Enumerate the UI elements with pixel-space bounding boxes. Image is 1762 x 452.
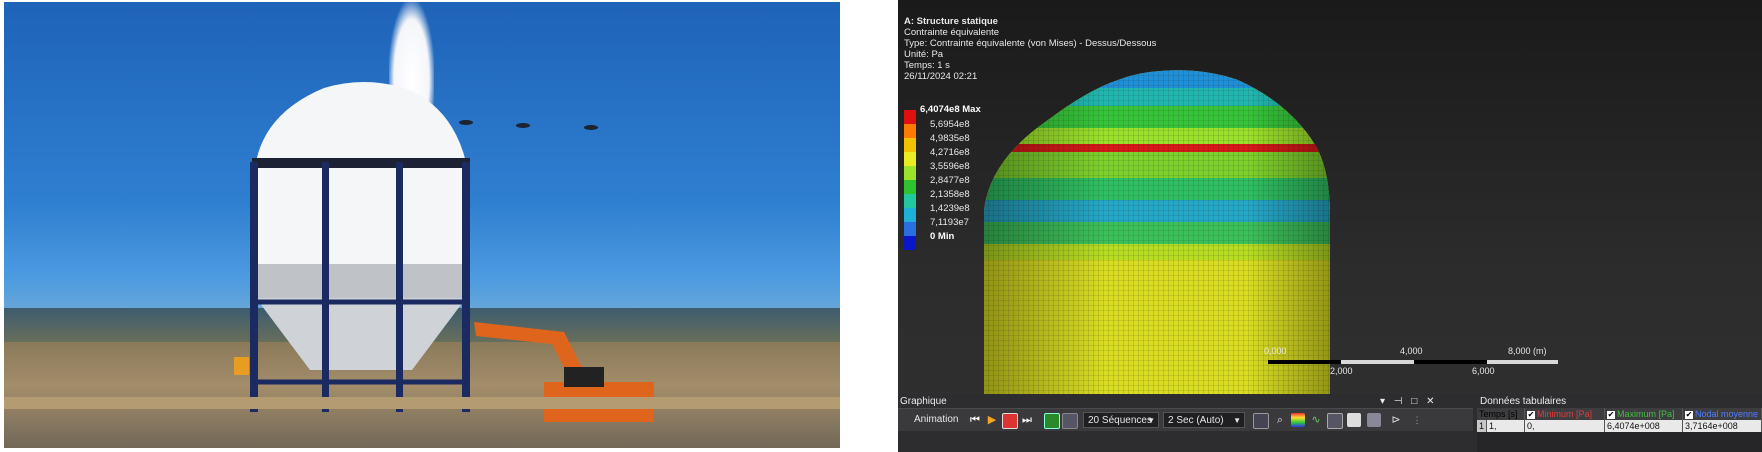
table-toggle-button[interactable] — [1327, 413, 1343, 429]
first-frame-button[interactable]: ⏮ — [968, 413, 982, 427]
scale-label: 2,000 — [1330, 366, 1353, 376]
col-header-time-label: Temps [s] — [1479, 409, 1518, 419]
result-sets-button[interactable] — [1062, 413, 1078, 429]
tabular-data-table: Temps [s] ✔ Minimum [Pa] ✔ Maximum [Pa] ✔ N… — [1477, 408, 1762, 452]
skip-back-icon: ⏮ — [970, 414, 980, 426]
checkbox-icon[interactable]: ✔ — [1607, 410, 1615, 419]
chevron-down-icon: ▼ — [1147, 416, 1155, 425]
graph-panel-controls[interactable]: ▾ ⊣ □ ✕ — [1380, 396, 1437, 407]
checkbox-icon[interactable]: ✔ — [1527, 410, 1535, 419]
scale-label: 6,000 — [1472, 366, 1495, 376]
settings-button[interactable] — [1367, 413, 1381, 427]
fea-viewport[interactable]: A: Structure statique Contrainte équival… — [898, 0, 1762, 452]
tank-mesh-model[interactable] — [898, 0, 1762, 394]
more-icon: ⋮ — [1412, 415, 1422, 425]
nodal-average-value: 3,7164e+008 — [1683, 420, 1762, 432]
skip-forward-icon: ⏭ — [1022, 414, 1032, 426]
tank-structure — [4, 82, 840, 422]
sequences-value: 20 Séquences — [1088, 415, 1152, 426]
col-header-time[interactable]: Temps [s] — [1477, 408, 1525, 420]
col-header-maximum[interactable]: ✔ Maximum [Pa] — [1605, 408, 1683, 420]
export-video-button[interactable] — [1253, 413, 1269, 429]
distributed-frames-button[interactable] — [1044, 413, 1060, 429]
maximum-value: 6,4074e+008 — [1605, 420, 1683, 432]
time-value: 1, — [1487, 420, 1525, 432]
more-options-button[interactable]: ⋮ — [1410, 413, 1424, 427]
play-icon: ▶ — [987, 414, 997, 426]
chevron-down-icon: ▼ — [1233, 416, 1241, 425]
graph-panel-title: Graphique — [900, 396, 947, 407]
table-header-row: Temps [s] ✔ Minimum [Pa] ✔ Maximum [Pa] ✔ N… — [1477, 408, 1762, 420]
stop-button[interactable] — [1002, 413, 1018, 429]
play-options-button[interactable]: ⊳ — [1389, 413, 1403, 427]
bottom-panels: Graphique ▾ ⊣ □ ✕ Données tabulaires Ani… — [898, 394, 1762, 452]
col-header-nodal-average[interactable]: ✔Nodal moyenne [Pa] — [1683, 408, 1762, 420]
speed-dropdown[interactable]: 2 Sec (Auto) ▼ — [1163, 412, 1245, 428]
curve-icon: ∿ — [1311, 414, 1321, 426]
scale-label: 0,000 — [1264, 346, 1287, 356]
animation-label: Animation — [914, 414, 959, 425]
play-button[interactable]: ▶ — [985, 413, 999, 427]
col-header-minimum[interactable]: ✔ Minimum [Pa] — [1525, 408, 1605, 420]
col-header-minimum-label: Minimum [Pa] — [1537, 409, 1593, 419]
last-frame-button[interactable]: ⏭ — [1020, 413, 1034, 427]
zoom-button[interactable]: ⌕ — [1273, 413, 1287, 427]
copy-button[interactable] — [1347, 413, 1361, 427]
table-panel-title: Données tabulaires — [1480, 396, 1567, 407]
sequences-dropdown[interactable]: 20 Séquences ▼ — [1083, 412, 1159, 428]
speed-value: 2 Sec (Auto) — [1168, 415, 1224, 426]
table-row[interactable]: 1 1, 0, 6,4074e+008 3,7164e+008 — [1477, 420, 1762, 432]
row-index: 1 — [1477, 420, 1487, 432]
play-options-icon: ⊳ — [1391, 414, 1401, 426]
col-header-maximum-label: Maximum [Pa] — [1617, 409, 1675, 419]
zoom-icon: ⌕ — [1276, 414, 1284, 426]
scale-label: 4,000 — [1400, 346, 1423, 356]
col-header-nodal-average-label: Nodal moyenne [Pa] — [1695, 409, 1761, 419]
tank-test-photo — [4, 2, 840, 448]
checkbox-icon[interactable]: ✔ — [1685, 410, 1693, 419]
legend-button[interactable] — [1291, 413, 1305, 427]
minimum-value: 0, — [1525, 420, 1605, 432]
scale-label: 8,000 (m) — [1508, 346, 1547, 356]
chart-curve-button[interactable]: ∿ — [1309, 413, 1323, 427]
animation-toolbar: Animation ⏮ ▶ ⏭ 20 Séquences ▼ 2 Sec (Aut… — [898, 408, 1473, 431]
